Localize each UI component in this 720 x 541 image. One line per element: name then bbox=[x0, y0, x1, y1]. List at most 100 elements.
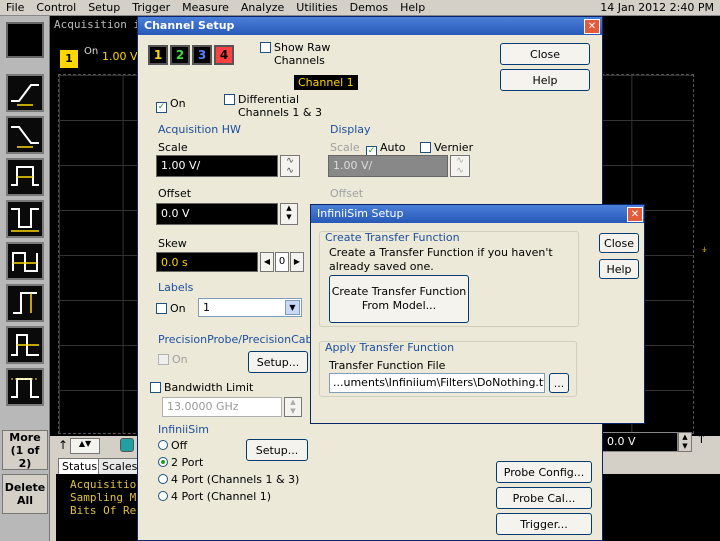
infiniisim-off-radio[interactable]: Off bbox=[158, 439, 187, 452]
marker-icon[interactable] bbox=[120, 438, 134, 452]
delete-all-button[interactable]: Delete All bbox=[2, 474, 48, 514]
close-icon[interactable]: ✕ bbox=[584, 19, 600, 34]
offset-field[interactable]: 0.0 V bbox=[156, 203, 278, 225]
close-button[interactable]: Close bbox=[599, 233, 639, 253]
scale-field[interactable]: 1.00 V/ bbox=[156, 155, 278, 177]
trigger-level-marker-icon: ⍖ bbox=[700, 242, 708, 256]
skew-label: Skew bbox=[158, 237, 187, 250]
infiniisim-2port-radio[interactable]: 2 Port bbox=[158, 456, 203, 469]
tab-status[interactable]: Status bbox=[58, 458, 102, 474]
offset-spinner[interactable]: ▲ ▼ bbox=[280, 203, 298, 225]
pulse-width-icon[interactable] bbox=[6, 158, 44, 196]
menu-file[interactable]: File bbox=[0, 1, 30, 14]
left-toolbar: More (1 of 2) Delete All bbox=[0, 16, 50, 541]
trigger-button[interactable]: Trigger... bbox=[496, 513, 592, 535]
checkbox-icon[interactable] bbox=[224, 94, 235, 105]
menu-control[interactable]: Control bbox=[30, 1, 82, 14]
scale-label: Scale bbox=[158, 141, 188, 154]
channel-4-button[interactable]: 4 bbox=[214, 45, 234, 65]
skew-left-arrow-icon[interactable]: ◀ bbox=[260, 252, 274, 272]
menu-measure[interactable]: Measure bbox=[176, 1, 235, 14]
rise-time-icon[interactable] bbox=[6, 74, 44, 112]
channel-scale-readout: 1.00 V bbox=[102, 50, 138, 63]
checkbox-checked-icon[interactable]: ✓ bbox=[156, 102, 167, 113]
fall-time-icon[interactable] bbox=[6, 116, 44, 154]
chevron-down-icon[interactable]: ▼ bbox=[285, 300, 300, 315]
offset-readout[interactable]: 0.0 V bbox=[600, 432, 678, 452]
skew-field[interactable]: 0.0 s bbox=[156, 252, 258, 272]
radio-selected-icon[interactable] bbox=[158, 457, 168, 467]
labels-select[interactable]: 1 ▼ bbox=[198, 298, 302, 317]
waveform-adjust-icon[interactable]: ∿ ∿ bbox=[450, 155, 470, 177]
up-arrow-icon[interactable]: ↑ bbox=[58, 438, 68, 452]
checkbox-icon[interactable] bbox=[156, 303, 167, 314]
differential-checkbox[interactable]: Differential bbox=[224, 93, 299, 106]
scroll-spinner[interactable]: ▲▼ bbox=[70, 438, 100, 454]
radio-icon[interactable] bbox=[158, 440, 168, 450]
checkbox-icon[interactable] bbox=[420, 142, 431, 153]
checkbox-disabled-icon[interactable] bbox=[158, 354, 169, 365]
infiniisim-setup-dialog: InfiniiSim Setup ✕ Create Transfer Funct… bbox=[310, 204, 645, 424]
channel-on-checkbox[interactable]: ✓ On bbox=[156, 97, 186, 113]
probe-cal-button[interactable]: Probe Cal... bbox=[496, 487, 592, 509]
checkbox-icon[interactable] bbox=[260, 42, 271, 53]
acquisition-hw-header: Acquisition HW bbox=[158, 123, 241, 136]
menu-analyze[interactable]: Analyze bbox=[235, 1, 290, 14]
radio-icon[interactable] bbox=[158, 474, 168, 484]
bandwidth-field[interactable]: 13.0000 GHz bbox=[162, 397, 282, 417]
apply-transfer-header: Apply Transfer Function bbox=[325, 341, 455, 354]
create-transfer-description: already saved one. bbox=[329, 260, 434, 273]
show-raw-channels-label: Channels bbox=[274, 54, 325, 67]
labels-on-checkbox[interactable]: On bbox=[156, 302, 186, 315]
tab-scales[interactable]: Scales bbox=[98, 458, 142, 474]
offset-label: Offset bbox=[158, 187, 192, 200]
display-vernier-checkbox[interactable]: Vernier bbox=[420, 141, 473, 154]
browse-button[interactable]: ... bbox=[549, 373, 569, 393]
probe-config-button[interactable]: Probe Config... bbox=[496, 461, 592, 483]
infiniisim-header: InfiniiSim bbox=[158, 423, 209, 436]
toolbar-blank-square[interactable] bbox=[6, 22, 44, 58]
menu-utilities[interactable]: Utilities bbox=[290, 1, 343, 14]
precision-setup-button[interactable]: Setup... bbox=[248, 351, 308, 373]
negative-width-icon[interactable] bbox=[6, 200, 44, 238]
menu-demos[interactable]: Demos bbox=[344, 1, 394, 14]
more-button[interactable]: More (1 of 2) bbox=[2, 430, 48, 470]
radio-icon[interactable] bbox=[158, 491, 168, 501]
menu-setup[interactable]: Setup bbox=[82, 1, 126, 14]
infiniisim-setup-button[interactable]: Setup... bbox=[246, 439, 308, 461]
bandwidth-spinner[interactable]: ▲ ▼ bbox=[284, 397, 302, 417]
show-raw-channels-checkbox[interactable]: Show Raw bbox=[260, 41, 330, 54]
frequency-icon[interactable] bbox=[6, 326, 44, 364]
bandwidth-limit-checkbox[interactable]: Bandwidth Limit bbox=[150, 381, 253, 394]
checkbox-icon[interactable] bbox=[150, 382, 161, 393]
help-button[interactable]: Help bbox=[599, 259, 639, 279]
amplitude-icon[interactable] bbox=[6, 284, 44, 322]
channel-1-button[interactable]: 1 bbox=[148, 45, 168, 65]
display-scale-field[interactable]: 1.00 V/ bbox=[328, 155, 448, 177]
help-button[interactable]: Help bbox=[500, 69, 590, 91]
channel-2-button[interactable]: 2 bbox=[170, 45, 190, 65]
skew-zero-button[interactable]: 0 bbox=[275, 252, 289, 272]
differential-label: Channels 1 & 3 bbox=[238, 106, 322, 119]
close-button[interactable]: Close bbox=[500, 43, 590, 65]
top-base-icon[interactable] bbox=[6, 368, 44, 406]
infiniisim-4port-ch13-radio[interactable]: 4 Port (Channels 1 & 3) bbox=[158, 473, 299, 486]
transfer-file-path[interactable]: ...uments\Infiniium\Filters\DoNothing.tf… bbox=[329, 373, 545, 393]
infiniisim-4port-ch1-radio[interactable]: 4 Port (Channel 1) bbox=[158, 490, 271, 503]
transfer-file-label: Transfer Function File bbox=[329, 359, 446, 372]
create-transfer-function-button[interactable]: Create Transfer Function From Model... bbox=[329, 275, 469, 323]
precision-on-checkbox[interactable]: On bbox=[158, 353, 188, 366]
acquisition-title: Acquisition i bbox=[54, 18, 141, 31]
waveform-adjust-icon[interactable]: ∿ ∿ bbox=[280, 155, 300, 177]
menu-trigger[interactable]: Trigger bbox=[126, 1, 176, 14]
create-transfer-header: Create Transfer Function bbox=[325, 231, 460, 244]
up-arrow-icon[interactable]: ↑ bbox=[696, 432, 707, 447]
offset-spinner[interactable]: ▲ ▼ bbox=[678, 432, 692, 452]
period-icon[interactable] bbox=[6, 242, 44, 280]
close-icon[interactable]: ✕ bbox=[627, 207, 643, 222]
menu-help[interactable]: Help bbox=[394, 1, 431, 14]
display-header: Display bbox=[330, 123, 371, 136]
channel-1-indicator[interactable]: 1 bbox=[60, 50, 78, 68]
channel-3-button[interactable]: 3 bbox=[192, 45, 212, 65]
skew-right-arrow-icon[interactable]: ▶ bbox=[290, 252, 304, 272]
